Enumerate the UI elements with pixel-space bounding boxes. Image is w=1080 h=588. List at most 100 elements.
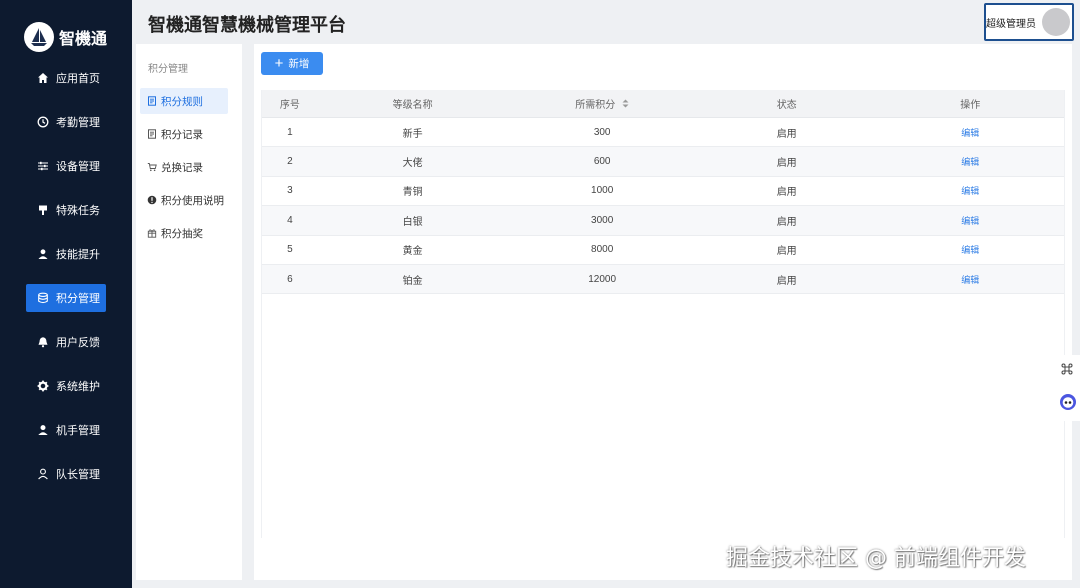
submenu-item-label: 积分使用说明	[161, 194, 224, 207]
table-row: 4 白银 3000 启用 编辑	[262, 206, 1064, 236]
cell-no: 1	[287, 126, 293, 138]
bell-icon	[36, 335, 50, 349]
info-icon	[147, 195, 157, 205]
cell-points: 3000	[591, 214, 614, 226]
nav-item-label: 特殊任务	[56, 205, 100, 217]
gift-icon	[147, 228, 157, 238]
plus-icon: +	[274, 55, 284, 72]
submenu-item-lottery[interactable]: 积分抽奖	[140, 220, 228, 246]
app-name: 智機通	[59, 31, 108, 48]
submenu-item-rules[interactable]: 积分规则	[140, 88, 228, 114]
user-outline-icon	[36, 467, 50, 481]
edit-link[interactable]: 编辑	[961, 216, 979, 226]
edit-link[interactable]: 编辑	[961, 128, 979, 138]
avatar[interactable]	[1042, 8, 1070, 36]
cart-icon	[147, 162, 157, 172]
cell-status: 启用	[776, 158, 797, 170]
cell-points: 12000	[588, 273, 617, 285]
cell-level-name: 白银	[402, 216, 423, 228]
cell-level-name: 新手	[402, 128, 423, 140]
user-name: 超级管理员	[986, 18, 1036, 30]
cell-level-name: 青铜	[402, 187, 423, 199]
table-row: 6 铂金 12000 启用 编辑	[262, 264, 1064, 295]
cell-status: 启用	[776, 187, 797, 199]
user-upgrade-icon	[36, 247, 50, 261]
submenu-item-records[interactable]: 积分记录	[140, 121, 228, 147]
brand[interactable]: 智機通	[24, 20, 107, 54]
page-title: 智機通智慧機械管理平台	[148, 15, 346, 35]
points-rules-table: 序号 等级名称 所需积分 状态 操作 1 新手 300 启用 编辑 2 大佬 6…	[261, 90, 1065, 538]
sort-icon[interactable]	[622, 99, 629, 111]
nav-item-label: 考勤管理	[56, 117, 100, 129]
nav-item-special-tasks[interactable]: 特殊任务	[26, 196, 106, 224]
sailboat-logo-icon	[24, 22, 54, 52]
column-header-no: 序号	[279, 100, 300, 111]
gear-icon	[36, 379, 50, 393]
cell-status: 启用	[776, 128, 797, 140]
cell-points: 600	[593, 156, 611, 168]
nav-item-label: 系统维护	[56, 381, 100, 393]
nav-item-label: 技能提升	[56, 249, 100, 261]
main-content: + 新增 序号 等级名称 所需积分 状态 操作 1 新手 300 启用 编辑 2…	[254, 44, 1072, 580]
cell-points: 300	[593, 126, 611, 138]
nav-item-operators[interactable]: 机手管理	[26, 416, 106, 444]
cell-no: 3	[287, 185, 293, 197]
user-menu[interactable]: 超级管理员	[984, 3, 1074, 41]
nav-item-label: 积分管理	[56, 293, 100, 305]
submenu-title: 积分管理	[148, 64, 188, 75]
nav-item-label: 队长管理	[56, 469, 100, 481]
edit-link[interactable]: 编辑	[961, 245, 979, 255]
nav-item-captains[interactable]: 队长管理	[26, 460, 106, 488]
nav-item-feedback[interactable]: 用户反馈	[26, 328, 106, 356]
assistant-bot-icon[interactable]	[1059, 393, 1077, 411]
add-button-label: 新增	[288, 58, 310, 70]
top-header: 智機通智慧機械管理平台 超级管理员	[132, 0, 1080, 44]
table-row: 2 大佬 600 启用 编辑	[262, 147, 1064, 177]
edit-link[interactable]: 编辑	[961, 157, 979, 167]
command-icon[interactable]	[1060, 362, 1074, 376]
submenu-item-label: 积分记录	[161, 128, 203, 141]
table-header: 序号 等级名称 所需积分 状态 操作	[262, 90, 1064, 118]
cell-level-name: 黄金	[402, 246, 423, 258]
cell-points: 1000	[591, 185, 614, 197]
flag-icon	[36, 203, 50, 217]
submenu-item-exchange[interactable]: 兑换记录	[140, 154, 228, 180]
nav-item-label: 用户反馈	[56, 337, 100, 349]
clock-icon	[36, 115, 50, 129]
nav-item-points[interactable]: 积分管理	[26, 284, 106, 312]
cell-status: 启用	[776, 246, 797, 258]
nav-item-home[interactable]: 应用首页	[26, 64, 106, 92]
edit-link[interactable]: 编辑	[961, 186, 979, 196]
home-icon	[36, 71, 50, 85]
watermark: 掘金技术社区 @ 前端组件开发	[726, 546, 1026, 571]
cell-level-name: 大佬	[402, 158, 423, 170]
nav-item-label: 机手管理	[56, 425, 100, 437]
nav-item-attendance[interactable]: 考勤管理	[26, 108, 106, 136]
submenu-item-label: 积分规则	[161, 95, 203, 108]
submenu-item-label: 积分抽奖	[161, 227, 203, 240]
cell-no: 4	[287, 214, 293, 226]
nav-item-skills[interactable]: 技能提升	[26, 240, 106, 268]
add-button[interactable]: + 新增	[261, 52, 323, 75]
cell-no: 6	[287, 273, 293, 285]
nav-item-maintenance[interactable]: 系统维护	[26, 372, 106, 400]
submenu-item-label: 兑换记录	[161, 161, 203, 174]
main-nav: 应用首页 考勤管理 设备管理 特殊任务 技能提升 积分管理 用户反馈 系统维护	[0, 64, 132, 504]
cell-no: 2	[287, 156, 293, 168]
record-icon	[147, 129, 157, 139]
sidebar: 智機通 应用首页 考勤管理 设备管理 特殊任务 技能提升 积分管理 用户反馈 系…	[0, 0, 132, 588]
submenu-item-usage-guide[interactable]: 积分使用说明	[140, 187, 228, 213]
nav-item-equipment[interactable]: 设备管理	[26, 152, 106, 180]
column-header-points-label: 所需积分	[575, 99, 616, 111]
column-header-points[interactable]: 所需积分	[507, 96, 697, 111]
edit-link[interactable]: 编辑	[961, 275, 979, 285]
user-icon	[36, 423, 50, 437]
rules-icon	[147, 96, 157, 106]
nav-item-label: 应用首页	[56, 73, 100, 85]
points-submenu: 积分管理 积分规则 积分记录 兑换记录 积分使用说明 积分抽奖	[136, 44, 242, 580]
column-header-status: 状态	[776, 100, 797, 111]
cell-no: 5	[287, 244, 293, 256]
column-header-actions: 操作	[960, 100, 981, 111]
cell-status: 启用	[776, 216, 797, 228]
sliders-icon	[36, 159, 50, 173]
